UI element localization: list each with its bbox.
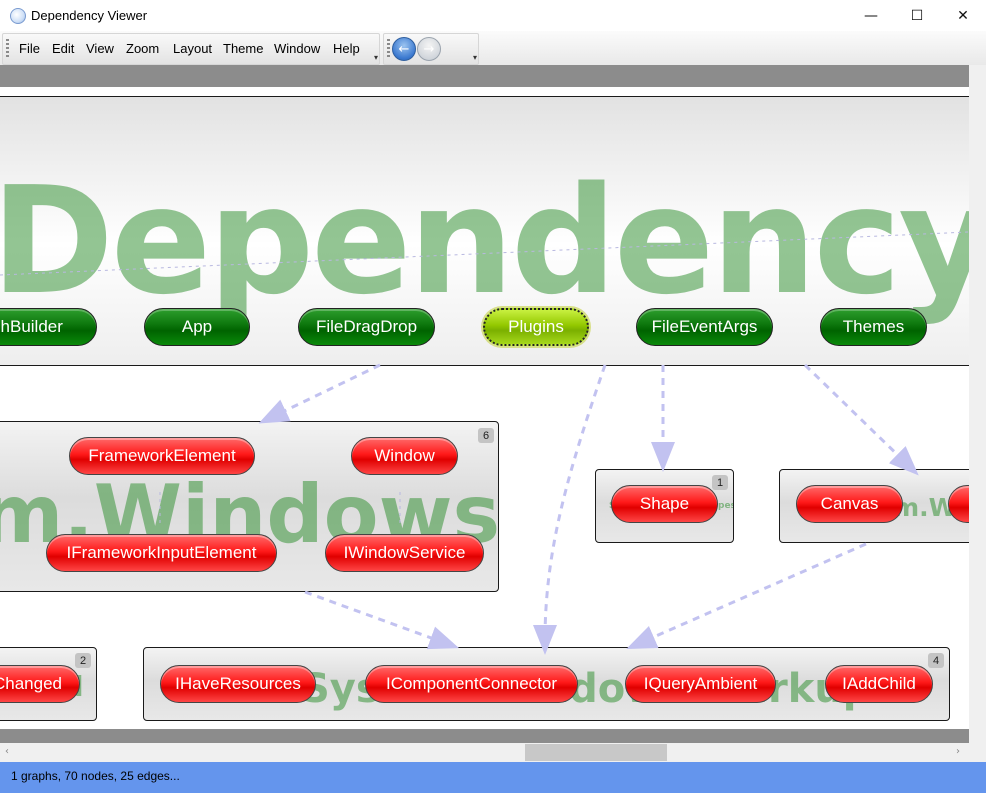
menu-zoom[interactable]: Zoom	[126, 41, 159, 56]
horizontal-scroll-thumb[interactable]	[525, 744, 667, 761]
app-icon	[10, 8, 26, 24]
menu-layout[interactable]: Layout	[173, 41, 212, 56]
menu-window[interactable]: Window	[274, 41, 320, 56]
edge	[304, 590, 460, 650]
menu-file[interactable]: File	[19, 41, 40, 56]
scroll-left-arrow-icon[interactable]: ‹	[5, 746, 9, 757]
canvas-bottom-margin	[0, 729, 969, 743]
menu-overflow-chevron-icon[interactable]: ▾	[374, 53, 378, 62]
menu-edit[interactable]: Edit	[52, 41, 74, 56]
toolbar-row: File Edit View Zoom Layout Theme Window …	[0, 31, 986, 66]
edge	[803, 363, 919, 476]
menu-view[interactable]: View	[86, 41, 114, 56]
scroll-right-arrow-icon[interactable]: ›	[956, 746, 960, 757]
nav-overflow-chevron-icon[interactable]: ▾	[473, 53, 477, 62]
graph-canvas[interactable]: DependencyV phBuilder App FileDragDrop P…	[0, 87, 969, 729]
horizontal-scrollbar[interactable]: ‹ ›	[0, 743, 969, 762]
forward-arrow-icon[interactable]: →	[417, 37, 441, 61]
window-title: Dependency Viewer	[31, 8, 148, 23]
close-button[interactable]: ✕	[940, 0, 986, 31]
edge	[258, 363, 381, 424]
menu-bar: File Edit View Zoom Layout Theme Window …	[2, 33, 380, 65]
edge	[533, 364, 607, 655]
navigation-toolbar: ← → ▾	[383, 33, 479, 65]
canvas-top-margin	[0, 65, 969, 87]
menu-help[interactable]: Help	[333, 41, 360, 56]
dependency-edges	[0, 231, 969, 655]
title-bar: Dependency Viewer — ☐ ✕	[0, 0, 986, 31]
menu-grip[interactable]	[6, 39, 9, 59]
vertical-scrollbar[interactable]	[969, 65, 986, 743]
status-bar: 1 graphs, 70 nodes, 25 edges...	[0, 762, 986, 793]
menu-theme[interactable]: Theme	[223, 41, 263, 56]
status-text: 1 graphs, 70 nodes, 25 edges...	[11, 769, 180, 783]
edge-thin	[0, 231, 969, 276]
back-arrow-icon[interactable]: ←	[392, 37, 416, 61]
minimize-button[interactable]: —	[848, 0, 894, 31]
edge	[626, 542, 867, 650]
scroll-corner	[969, 743, 986, 762]
nav-grip[interactable]	[387, 39, 390, 59]
maximize-button[interactable]: ☐	[894, 0, 940, 31]
